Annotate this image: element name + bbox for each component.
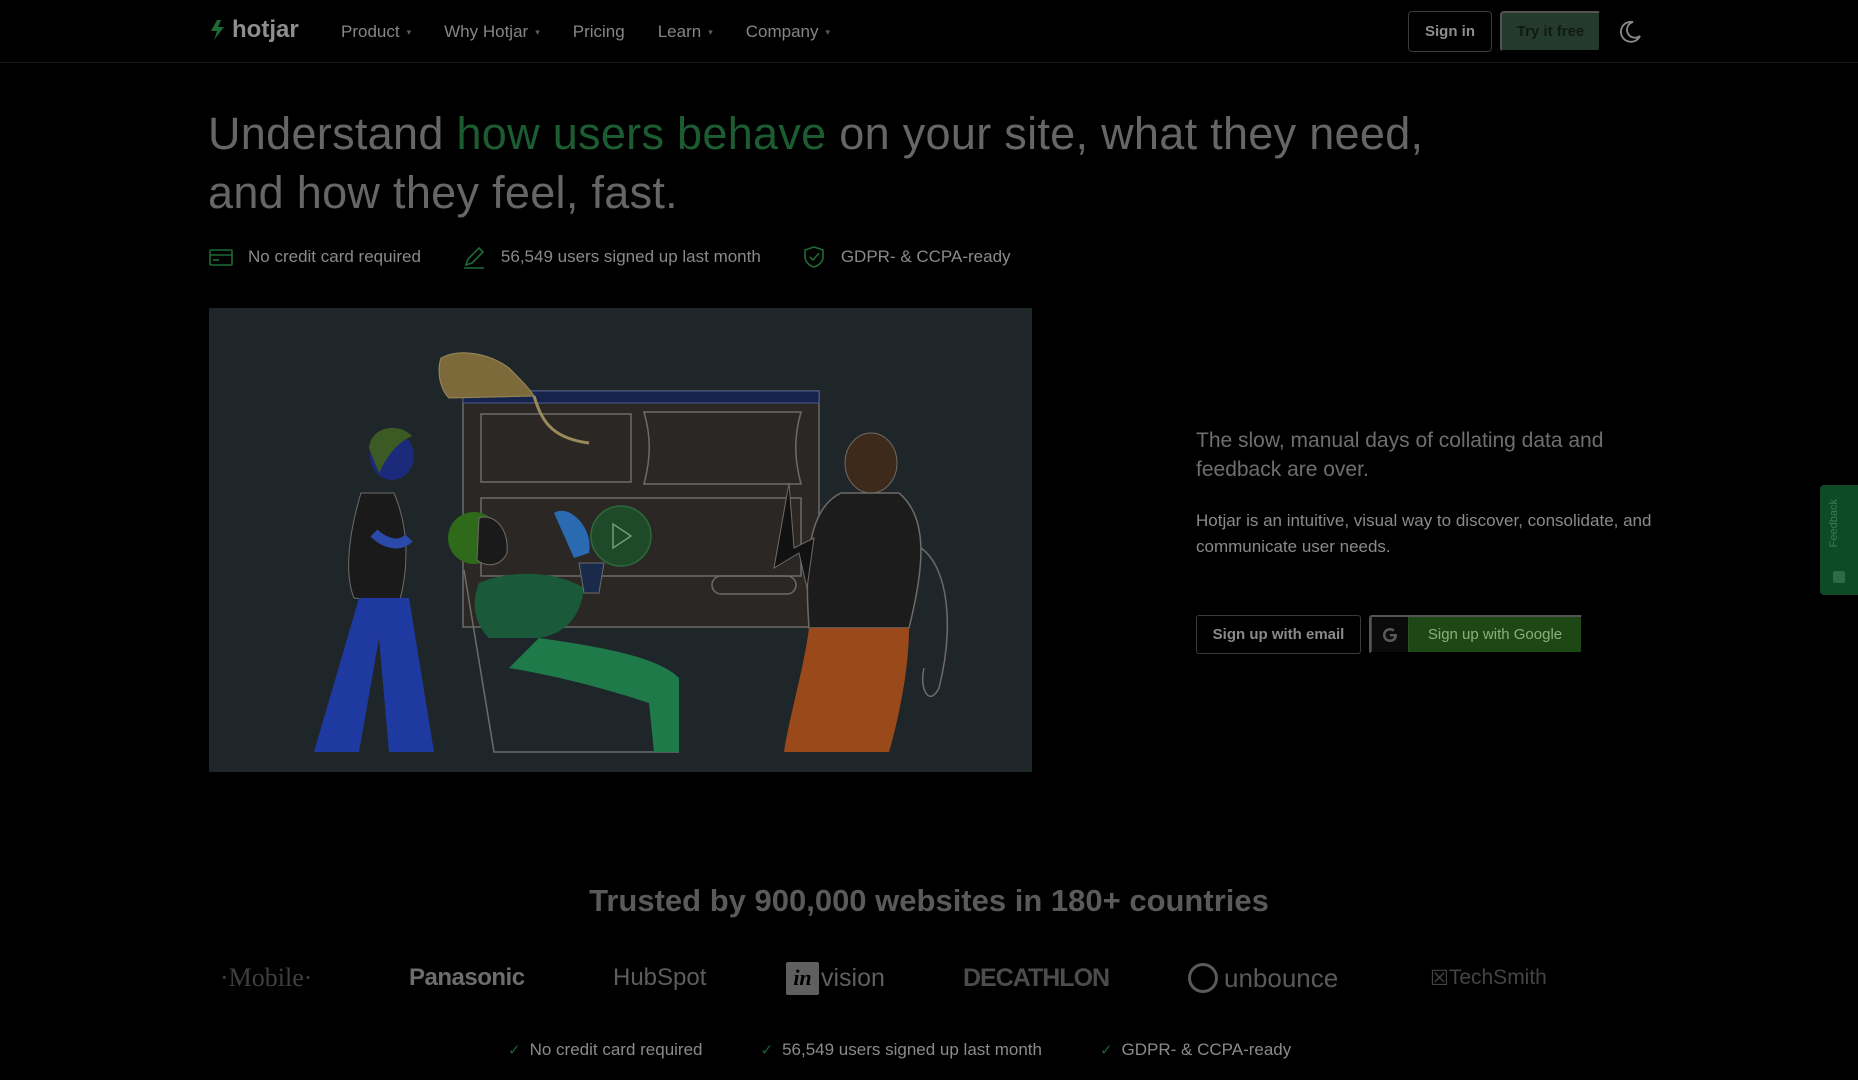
bottom-badge: ✓ No credit card required [508, 1040, 703, 1059]
shield-check-icon [804, 246, 824, 268]
decathlon-logo: DECATHLON [963, 963, 1110, 992]
sign-in-button[interactable]: Sign in [1408, 11, 1492, 52]
nav-item-company[interactable]: Company ▾ [746, 22, 830, 42]
panasonic-logo: Panasonic [409, 964, 525, 991]
hotjar-logo[interactable]: hotjar [208, 16, 299, 44]
chevron-down-icon: ▾ [535, 26, 540, 37]
hubspot-logo: HubSpot [613, 964, 707, 991]
tmobile-logo: ·Mobile· [220, 963, 313, 992]
feedback-icon [1833, 571, 1845, 583]
feedback-label: Feedback [1828, 499, 1840, 548]
hero-video[interactable] [209, 308, 1032, 772]
unbounce-mark-icon [1188, 963, 1218, 993]
check-icon: ✓ [508, 1042, 521, 1059]
bottom-badges: ✓ No credit card required ✓ 56,549 users s… [508, 1040, 1349, 1060]
badge-users-signed-up: 56,549 users signed up last month [461, 244, 761, 270]
techsmith-mark-icon: ☒ [1430, 966, 1449, 990]
illustration-man-right-jacket [806, 492, 922, 629]
nav-links: Product ▾ Why Hotjar ▾ Pricing Learn ▾ Comp… [341, 22, 863, 42]
side-title: The slow, manual days of collating data … [1196, 429, 1604, 481]
flame-icon [211, 20, 224, 40]
logo-text: hotjar [232, 16, 299, 43]
badge-no-credit-card: No credit card required [208, 244, 421, 270]
nav-item-product[interactable]: Product ▾ [341, 22, 411, 42]
techsmith-logo: ☒ TechSmith [1430, 966, 1547, 990]
chevron-down-icon: ▾ [825, 26, 831, 37]
illustration-man-body [474, 573, 584, 638]
nav-item-why-hotjar[interactable]: Why Hotjar ▾ [444, 22, 540, 42]
feedback-tab[interactable]: Feedback [1820, 485, 1858, 595]
illustration-cat [438, 352, 535, 399]
check-icon: ✓ [760, 1042, 774, 1059]
play-icon[interactable] [590, 505, 652, 567]
trusted-title: Trusted by 900,000 websites in 180+ coun… [589, 883, 1269, 918]
signup-google-button[interactable]: Sign up with Google [1369, 615, 1583, 654]
illustration-cup [578, 562, 605, 594]
headline-accent: how users behave [456, 108, 827, 159]
signup-email-button[interactable]: Sign up with email [1196, 615, 1361, 654]
customer-logos: ·Mobile· Panasonic HubSpot in vision DECA… [220, 958, 1640, 998]
nav-item-learn[interactable]: Learn ▾ [658, 22, 713, 42]
pencil-icon [463, 246, 485, 269]
badge-gdpr: GDPR- & CCPA-ready [801, 244, 1011, 270]
invision-logo: in vision [786, 958, 885, 998]
bottom-badge: ✓ GDPR- & CCPA-ready [1099, 1040, 1292, 1059]
nav-item-pricing[interactable]: Pricing [573, 22, 625, 42]
illustration-man-legs [509, 638, 679, 752]
try-free-button[interactable]: Try it free [1500, 11, 1601, 52]
hero-badges: No credit card required 56,549 users sig… [208, 244, 1051, 270]
check-icon: ✓ [1099, 1042, 1113, 1059]
illustration-man-right-legs [784, 628, 909, 752]
top-nav: hotjar Product ▾ Why Hotjar ▾ Pricing Lear… [0, 0, 1858, 63]
hero-headline: Understand how users behave on your site… [208, 108, 1424, 218]
chevron-down-icon: ▾ [708, 26, 713, 37]
google-icon [1371, 617, 1409, 652]
illustration-man-right-head [844, 432, 898, 494]
side-description: Hotjar is an intuitive, visual way to di… [1196, 511, 1652, 556]
illustration-arm [920, 547, 949, 697]
hero-illustration [314, 352, 949, 753]
credit-card-icon [209, 249, 233, 266]
unbounce-logo: unbounce [1188, 958, 1338, 998]
chevron-down-icon: ▾ [406, 26, 412, 37]
bottom-badge: ✓ 56,549 users signed up last month [760, 1040, 1042, 1059]
moon-icon[interactable] [1617, 19, 1643, 45]
page: hotjar Product ▾ Why Hotjar ▾ Pricing Lear… [0, 0, 1858, 1080]
illustration-woman-legs [314, 598, 434, 752]
